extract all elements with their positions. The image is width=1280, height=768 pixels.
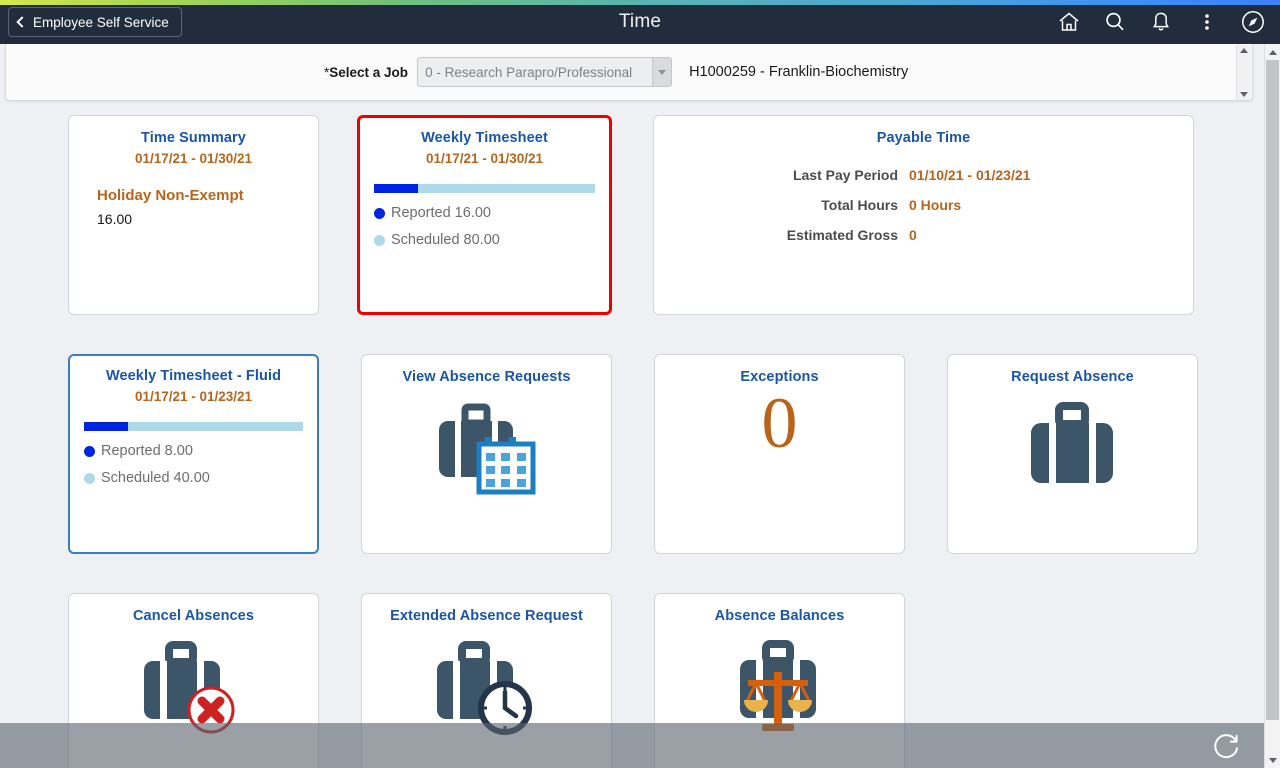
- chevron-left-icon: [16, 15, 28, 28]
- payable-label: Last Pay Period: [792, 167, 898, 183]
- reported-legend-label: Reported 8.00: [101, 443, 193, 459]
- job-panel-scrollbar[interactable]: [1236, 45, 1251, 100]
- brand-gradient-strip: [0, 0, 1280, 5]
- tile-weekly-timesheet-fluid[interactable]: Weekly Timesheet - Fluid 01/17/21 - 01/2…: [68, 354, 319, 554]
- tile-date-range: 01/17/21 - 01/30/21: [134, 151, 253, 166]
- timesheet-progress-bar: [84, 422, 303, 431]
- tile-title: Time Summary: [141, 130, 246, 146]
- select-job-panel: *Select a Job 0 - Research Parapro/Profe…: [5, 44, 1253, 101]
- tile-request-absence[interactable]: Request Absence: [947, 354, 1198, 554]
- scheduled-legend-dot-icon: [84, 472, 95, 484]
- job-description-text: H1000259 - Franklin-Biochemistry: [689, 64, 909, 80]
- tile-title: Weekly Timesheet - Fluid: [105, 368, 282, 384]
- reported-legend-label: Reported 16.00: [391, 205, 491, 221]
- search-icon[interactable]: [1094, 1, 1136, 43]
- select-job-label: *Select a Job: [324, 65, 408, 80]
- select-job-selected-value: 0 - Research Parapro/Professional: [425, 64, 633, 80]
- reported-legend-dot-icon: [84, 445, 95, 457]
- tile-weekly-timesheet[interactable]: Weekly Timesheet 01/17/21 - 01/30/21 Rep…: [357, 115, 612, 315]
- tile-view-absence-requests[interactable]: View Absence Requests: [361, 354, 612, 554]
- back-button-label: Employee Self Service: [33, 14, 169, 30]
- payable-label: Estimated Gross: [786, 227, 898, 243]
- briefcase-calendar-icon: [362, 401, 611, 501]
- tile-title: Absence Balances: [714, 608, 845, 624]
- tile-title: View Absence Requests: [402, 369, 571, 385]
- tile-row-1: Time Summary 01/17/21 - 01/30/21 Holiday…: [68, 115, 1264, 315]
- payable-row: Estimated Gross 0: [654, 227, 1193, 243]
- payable-row: Total Hours 0 Hours: [654, 197, 1193, 213]
- navbar-compass-icon[interactable]: [1232, 1, 1274, 43]
- timesheet-progress-bar: [374, 184, 595, 193]
- select-job-dropdown[interactable]: 0 - Research Parapro/Professional: [417, 57, 673, 87]
- tile-title: Payable Time: [876, 130, 971, 146]
- tile-title: Request Absence: [1011, 369, 1134, 385]
- scheduled-legend-label: Scheduled 80.00: [391, 232, 500, 248]
- home-icon[interactable]: [1048, 1, 1090, 43]
- bottom-action-bar: [0, 723, 1264, 768]
- back-to-employee-self-service-button[interactable]: Employee Self Service: [8, 7, 182, 37]
- refresh-icon[interactable]: [1212, 731, 1242, 761]
- exceptions-count-wrap: 0: [655, 387, 904, 459]
- payable-label: Total Hours: [821, 197, 898, 213]
- scroll-up-arrow-icon[interactable]: [1240, 48, 1248, 53]
- time-homepage: Employee Self Service Time *Select a Job…: [0, 0, 1280, 768]
- legend-scheduled: Scheduled 40.00: [84, 470, 303, 486]
- payable-row: Last Pay Period 01/10/21 - 01/23/21: [654, 167, 1193, 183]
- timesheet-progress-fill: [374, 184, 419, 193]
- notifications-bell-icon[interactable]: [1140, 1, 1182, 43]
- payable-value: 0: [909, 227, 917, 243]
- legend-scheduled: Scheduled 80.00: [374, 232, 595, 248]
- tile-title: Extended Absence Request: [390, 608, 583, 624]
- exceptions-count: 0: [761, 383, 798, 463]
- tile-row-2: Weekly Timesheet - Fluid 01/17/21 - 01/2…: [68, 354, 1264, 554]
- chevron-down-icon[interactable]: [652, 58, 672, 86]
- page-scroll-up-arrow-icon[interactable]: [1265, 44, 1280, 60]
- select-job-label-text: Select a Job: [329, 64, 409, 80]
- scheduled-legend-dot-icon: [374, 234, 385, 246]
- payable-value: 0 Hours: [909, 197, 962, 213]
- tile-title: Cancel Absences: [132, 608, 255, 624]
- reported-legend-dot-icon: [374, 207, 385, 219]
- app-header: Employee Self Service Time: [0, 0, 1280, 44]
- scroll-down-arrow-icon[interactable]: [1240, 92, 1248, 97]
- tile-grid: Time Summary 01/17/21 - 01/30/21 Holiday…: [0, 101, 1264, 768]
- time-category-hours: 16.00: [97, 211, 133, 227]
- timesheet-progress-fill: [84, 422, 128, 431]
- tile-exceptions[interactable]: Exceptions 0: [654, 354, 905, 554]
- tile-payable-time[interactable]: Payable Time Last Pay Period 01/10/21 - …: [653, 115, 1194, 315]
- briefcase-icon: [948, 401, 1197, 487]
- tile-date-range: 01/17/21 - 01/23/21: [134, 389, 253, 404]
- page-scroll-down-arrow-icon[interactable]: [1265, 752, 1280, 768]
- tile-date-range: 01/17/21 - 01/30/21: [425, 151, 544, 166]
- legend-reported: Reported 16.00: [374, 205, 595, 221]
- time-category-label: Holiday Non-Exempt: [97, 187, 244, 204]
- legend-reported: Reported 8.00: [84, 443, 303, 459]
- actions-menu-icon[interactable]: [1186, 1, 1228, 43]
- header-icon-group: [1048, 0, 1274, 44]
- scheduled-legend-label: Scheduled 40.00: [101, 470, 210, 486]
- tile-title: Weekly Timesheet: [421, 130, 548, 146]
- page-scrollbar-thumb[interactable]: [1266, 60, 1279, 720]
- page-scrollbar[interactable]: [1264, 44, 1280, 768]
- tile-time-summary[interactable]: Time Summary 01/17/21 - 01/30/21 Holiday…: [68, 115, 319, 315]
- payable-value: 01/10/21 - 01/23/21: [909, 167, 1031, 183]
